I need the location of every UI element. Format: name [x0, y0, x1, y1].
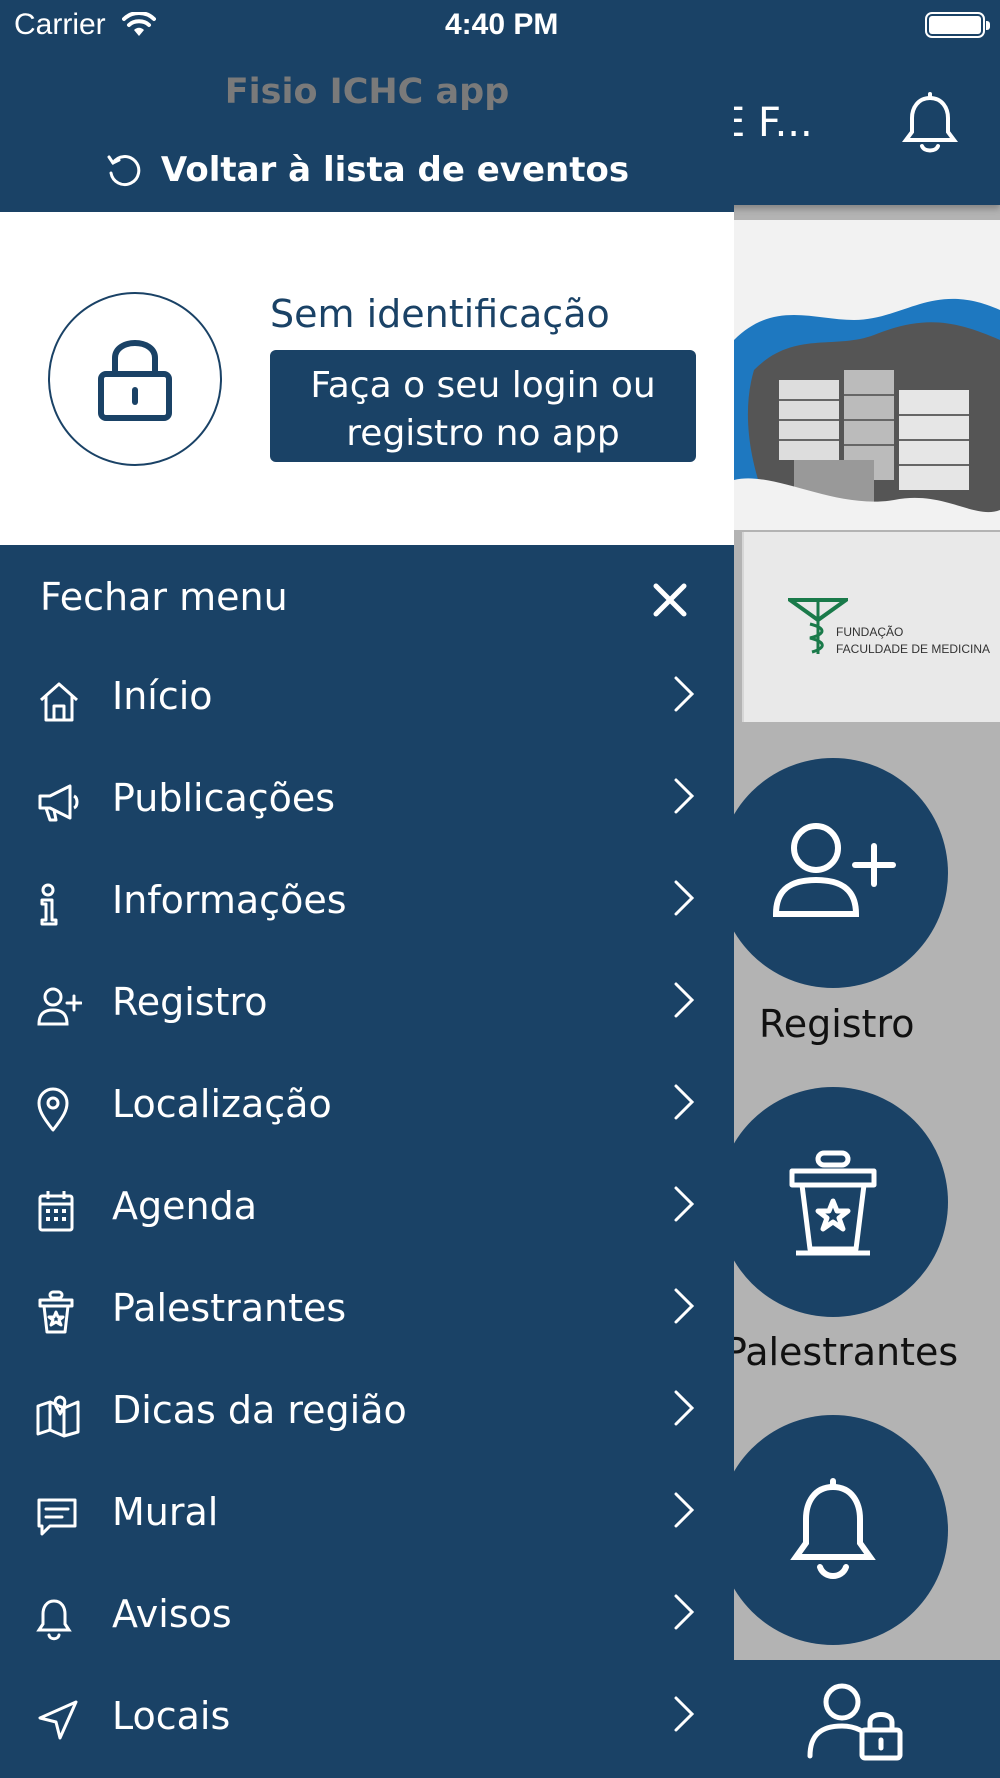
map-icon — [36, 1395, 80, 1438]
info-icon — [40, 883, 58, 926]
chevron-right-icon — [674, 1594, 695, 1630]
menu-item-label: Início — [112, 674, 213, 718]
close-menu-label: Fechar menu — [40, 575, 288, 619]
identification-status: Sem identificação — [270, 292, 610, 336]
menu-item-label: Avisos — [112, 1592, 232, 1636]
battery-icon — [925, 12, 990, 38]
menu-item-publicacoes[interactable]: Publicações — [0, 752, 734, 852]
chevron-right-icon — [674, 676, 695, 712]
menu-item-inicio[interactable]: Início — [0, 650, 734, 750]
tile-palestrantes-label: Palestrantes — [724, 1330, 959, 1374]
wifi-icon — [122, 12, 156, 36]
menu-item-label: Mural — [112, 1490, 219, 1534]
back-to-events-link[interactable]: Voltar à lista de eventos — [0, 150, 734, 190]
profile-section: Sem identificação Faça o seu login ou re… — [0, 212, 734, 545]
chat-icon — [37, 1498, 77, 1536]
menu-item-registro[interactable]: Registro — [0, 956, 734, 1056]
chevron-right-icon — [674, 778, 695, 814]
notifications-bell-icon[interactable] — [900, 92, 960, 156]
menu-item-label: Registro — [112, 980, 268, 1024]
close-icon[interactable] — [652, 582, 688, 618]
user-lock-icon[interactable] — [806, 1682, 906, 1762]
menu-item-label: Informações — [112, 878, 347, 922]
app-name: Fisio ICHC app — [224, 72, 510, 112]
close-menu-row[interactable]: Fechar menu — [0, 560, 734, 640]
podium-icon — [789, 1150, 877, 1256]
menu-item-label: Dicas da região — [112, 1388, 407, 1432]
avatar — [48, 292, 222, 466]
bottom-bar — [734, 1660, 1000, 1778]
menu-item-mural[interactable]: Mural — [0, 1466, 734, 1566]
sponsor-logo: FUNDAÇÃO FACULDADE DE MEDICINA — [742, 532, 1000, 722]
menu-item-dicas-da-regiao[interactable]: Dicas da região — [0, 1364, 734, 1464]
menu-item-informacoes[interactable]: Informações — [0, 854, 734, 954]
sponsor-logo-text: FUNDAÇÃO FACULDADE DE MEDICINA — [836, 625, 991, 656]
user-plus-icon — [772, 823, 896, 917]
undo-icon — [107, 155, 141, 187]
menu-item-palestrantes[interactable]: Palestrantes — [0, 1262, 734, 1362]
status-bar: Carrier 4:40 PM — [0, 0, 1000, 50]
menu-item-label: Localização — [112, 1082, 332, 1126]
side-drawer: Fisio ICHC app Voltar à lista de eventos… — [0, 0, 734, 1778]
calendar-icon — [38, 1191, 74, 1232]
menu-item-label: Publicações — [112, 776, 336, 820]
tile-palestrantes[interactable] — [718, 1087, 948, 1317]
bell-icon — [36, 1599, 72, 1641]
bell-icon — [790, 1478, 876, 1579]
podium-icon — [38, 1290, 74, 1334]
tile-avisos[interactable] — [718, 1415, 948, 1645]
chevron-right-icon — [674, 1696, 695, 1732]
navigation-icon — [38, 1700, 78, 1740]
chevron-right-icon — [674, 1288, 695, 1324]
clock: 4:40 PM — [445, 8, 559, 41]
map-pin-icon — [37, 1087, 69, 1132]
login-register-button[interactable]: Faça o seu login ou registro no app — [270, 350, 696, 462]
chevron-right-icon — [674, 1390, 695, 1426]
tile-registro-label: Registro — [759, 1002, 915, 1046]
chevron-right-icon — [674, 982, 695, 1018]
menu-item-label: Locais — [112, 1694, 231, 1738]
menu-item-label: Agenda — [112, 1184, 257, 1228]
menu-item-agenda[interactable]: Agenda — [0, 1160, 734, 1260]
menu-item-locais[interactable]: Locais — [0, 1670, 734, 1770]
back-to-events-label: Voltar à lista de eventos — [160, 150, 630, 190]
menu-item-label: Palestrantes — [112, 1286, 347, 1330]
chevron-right-icon — [674, 1186, 695, 1222]
carrier-label: Carrier — [14, 8, 106, 41]
home-icon — [40, 682, 78, 722]
event-banner-image — [734, 220, 1000, 530]
megaphone-icon — [38, 784, 79, 822]
menu-item-localizacao[interactable]: Localização — [0, 1058, 734, 1158]
user-plus-icon — [37, 987, 82, 1026]
chevron-right-icon — [674, 1492, 695, 1528]
tile-registro[interactable] — [718, 758, 948, 988]
lock-icon — [98, 340, 172, 421]
menu-item-avisos[interactable]: Avisos — [0, 1568, 734, 1668]
chevron-right-icon — [674, 1084, 695, 1120]
chevron-right-icon — [674, 880, 695, 916]
